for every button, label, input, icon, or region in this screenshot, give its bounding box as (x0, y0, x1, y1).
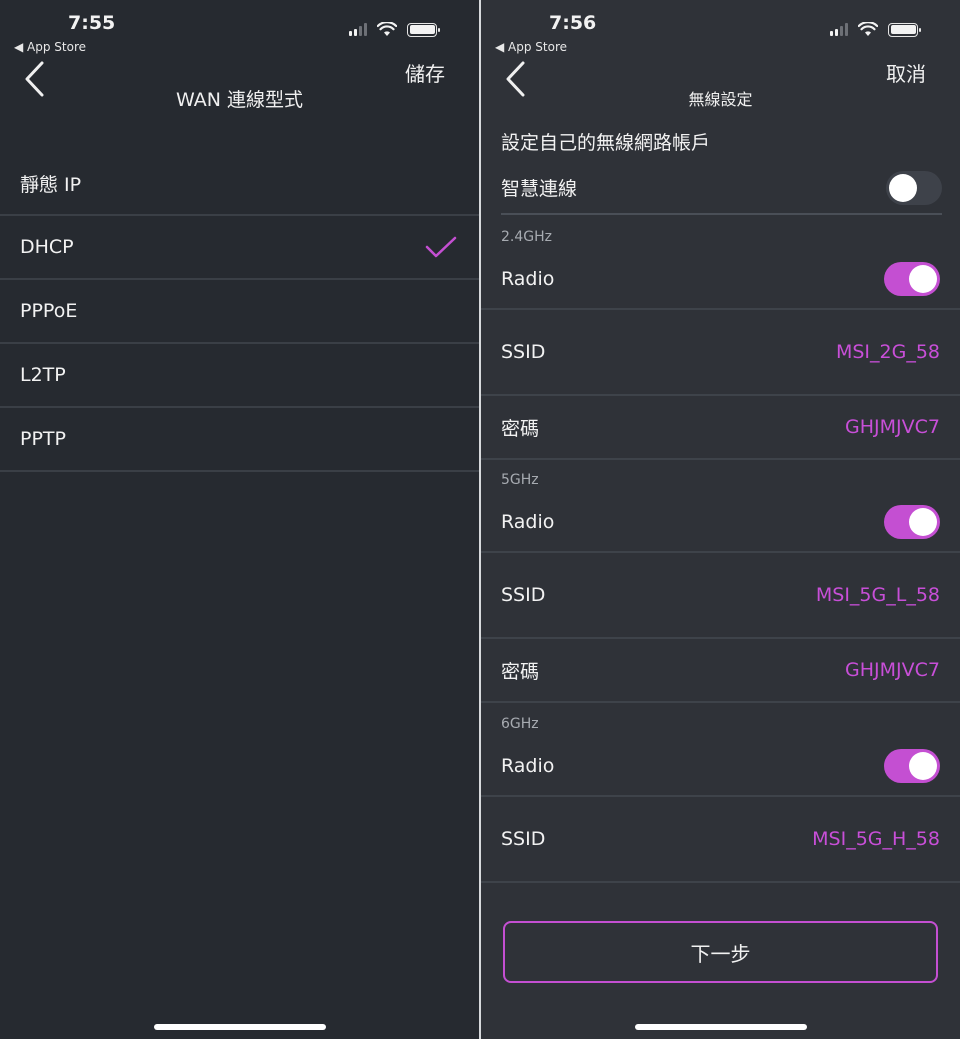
wifi-icon (377, 22, 397, 36)
band-label-2-4ghz: 2.4GHz (501, 229, 552, 245)
band-label-5ghz: 5GHz (501, 472, 539, 488)
status-time: 7:56 (549, 12, 597, 34)
option-pptp[interactable]: PPTP (0, 408, 479, 472)
radio-row-2-4ghz: Radio (481, 250, 960, 310)
password-label: 密碼 (501, 417, 540, 440)
checkmark-icon (425, 236, 457, 258)
ssid-value: MSI_2G_58 (835, 341, 940, 363)
option-static-ip[interactable]: 靜態 IP (0, 152, 479, 216)
ssid-row-5ghz[interactable]: SSID MSI_5G_L_58 (481, 553, 960, 639)
cellular-signal-icon (830, 23, 848, 36)
option-pppoe[interactable]: PPPoE (0, 280, 479, 344)
password-value: GHJMJVC7 (845, 659, 940, 681)
radio-row-5ghz: Radio (481, 493, 960, 553)
ssid-value: MSI_5G_H_58 (812, 828, 940, 850)
ssid-row-2-4ghz[interactable]: SSID MSI_2G_58 (481, 310, 960, 396)
next-step-button[interactable]: 下一步 (503, 921, 938, 983)
home-indicator[interactable] (634, 1024, 807, 1030)
radio-toggle-5ghz[interactable] (884, 505, 940, 539)
wifi-icon (858, 22, 878, 36)
section-title: 設定自己的無線網路帳戶 (501, 132, 711, 154)
home-indicator[interactable] (153, 1024, 326, 1030)
ssid-value: MSI_5G_L_58 (815, 584, 940, 606)
band-label-6ghz: 6GHz (501, 716, 539, 732)
password-label: 密碼 (501, 660, 540, 683)
radio-label: Radio (501, 511, 555, 533)
option-label: 靜態 IP (20, 173, 82, 196)
password-value: GHJMJVC7 (845, 416, 940, 438)
back-to-app-store-link[interactable]: ◀ App Store (14, 40, 86, 54)
ssid-label: SSID (501, 584, 546, 606)
back-to-app-store-link[interactable]: ◀ App Store (495, 40, 567, 54)
smart-connect-toggle[interactable] (886, 170, 942, 205)
page-title: WAN 連線型式 (176, 89, 303, 111)
wan-type-list: 靜態 IP DHCP PPPoE L2TP PPTP (0, 152, 479, 472)
ssid-label: SSID (501, 341, 546, 363)
smart-connect-label: 智慧連線 (501, 178, 578, 200)
option-label: PPPoE (20, 300, 78, 322)
option-label: PPTP (20, 428, 66, 450)
smart-connect-row: 智慧連線 (501, 162, 942, 215)
radio-toggle-2-4ghz[interactable] (884, 262, 940, 296)
wan-type-screen: 7:55 ◀ App Store WAN 連線型式 儲存 靜態 IP DHCP … (0, 0, 479, 1039)
status-time: 7:55 (68, 12, 116, 34)
password-row-2-4ghz[interactable]: 密碼 GHJMJVC7 (481, 396, 960, 460)
ssid-label: SSID (501, 828, 546, 850)
page-title: 無線設定 (688, 90, 753, 109)
radio-toggle-6ghz[interactable] (884, 749, 940, 783)
radio-label: Radio (501, 268, 555, 290)
option-dhcp[interactable]: DHCP (0, 216, 479, 280)
password-row-5ghz[interactable]: 密碼 GHJMJVC7 (481, 639, 960, 703)
save-button[interactable]: 儲存 (405, 58, 445, 87)
battery-icon (407, 22, 440, 37)
cellular-signal-icon (349, 23, 367, 36)
radio-label: Radio (501, 755, 555, 777)
cancel-button[interactable]: 取消 (886, 58, 926, 87)
radio-row-6ghz: Radio (481, 737, 960, 797)
ssid-row-6ghz[interactable]: SSID MSI_5G_H_58 (481, 797, 960, 883)
option-label: DHCP (20, 236, 74, 258)
status-icons (830, 22, 921, 37)
option-label: L2TP (20, 364, 66, 386)
status-icons (349, 22, 440, 37)
battery-icon (888, 22, 921, 37)
option-l2tp[interactable]: L2TP (0, 344, 479, 408)
wireless-settings-screen: 7:56 ◀ App Store 無線設定 取消 設定自己的無線網路帳戶 智慧連… (481, 0, 960, 1039)
